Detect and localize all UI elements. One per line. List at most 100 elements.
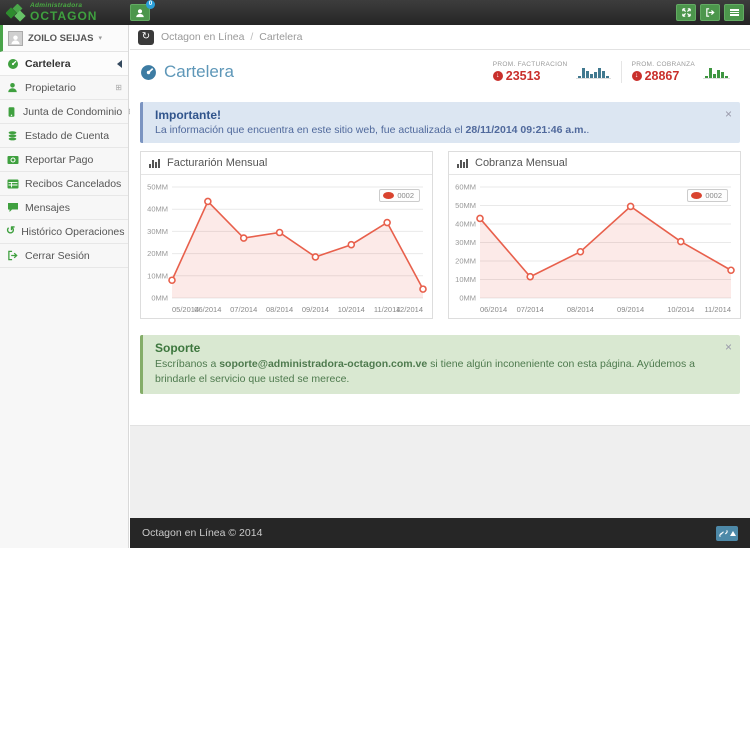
money-icon (6, 155, 19, 165)
close-icon[interactable]: × (725, 340, 732, 354)
svg-text:06/2014: 06/2014 (480, 305, 507, 314)
active-marker-icon (117, 60, 122, 68)
svg-text:07/2014: 07/2014 (230, 305, 257, 314)
caret-up-icon (730, 531, 736, 536)
svg-text:09/2014: 09/2014 (617, 305, 644, 314)
hamburger-icon (730, 8, 739, 17)
main-area: ↻ Octagon en Línea / Cartelera Cartelera (130, 25, 750, 548)
stat-label: PROM. FACTURACION (493, 61, 568, 68)
sidebar-item-mensajes[interactable]: Mensajes (0, 196, 128, 220)
svg-text:0MM: 0MM (151, 294, 168, 303)
footer-spacer (130, 425, 750, 518)
svg-text:50MM: 50MM (147, 183, 168, 192)
receipt-table-icon (6, 179, 19, 189)
svg-text:10MM: 10MM (147, 271, 168, 280)
tablet-icon (6, 106, 17, 118)
panel-facturacion-mensual: Facturarión Mensual 0MM10MM20MM30MM40MM5… (140, 151, 433, 319)
sidebar-item-cerrar-sesion[interactable]: Cerrar Sesión (0, 244, 128, 268)
arrow-circle-down-icon: ↓ (632, 71, 642, 81)
svg-text:10/2014: 10/2014 (667, 305, 694, 314)
stat-prom-facturacion: PROM. FACTURACION ↓ 23513 (483, 61, 621, 83)
header-stats: PROM. FACTURACION ↓ 23513 PROM. COBRANZA (483, 61, 740, 83)
menu-toggle-button[interactable] (724, 4, 744, 21)
svg-text:10MM: 10MM (455, 275, 476, 284)
svg-text:30MM: 30MM (147, 227, 168, 236)
sidebar-item-reportar-pago[interactable]: Reportar Pago (0, 148, 128, 172)
sidebar-item-label: Propietario (25, 82, 76, 94)
notification-badge: 0 (146, 0, 155, 9)
arrow-circle-down-icon: ↓ (493, 71, 503, 81)
sidebar-item-label: Mensajes (25, 202, 70, 214)
breadcrumb-separator: / (250, 31, 253, 43)
content: Cartelera PROM. FACTURACION ↓ 23513 (130, 50, 750, 425)
support-email: soporte@administradora-octagon.com.ve (219, 358, 427, 370)
svg-text:20MM: 20MM (147, 249, 168, 258)
refresh-button[interactable]: ↻ (138, 30, 154, 45)
sidebar-item-recibos-cancelados[interactable]: Recibos Cancelados (0, 172, 128, 196)
svg-text:10/2014: 10/2014 (338, 305, 365, 314)
svg-text:07/2014: 07/2014 (517, 305, 544, 314)
legend-label: 0002 (705, 191, 722, 200)
chat-icon (6, 202, 19, 213)
sidebar-item-label: Recibos Cancelados (25, 178, 121, 190)
expand-icon (681, 7, 692, 18)
sidebar-item-junta-de-condominio[interactable]: Junta de Condominio ⊞ (0, 100, 128, 124)
avatar (8, 31, 23, 46)
person-icon (10, 34, 21, 45)
brand-line2: OCTAGON (30, 10, 97, 22)
sidebar-item-label: Cartelera (25, 58, 71, 70)
chart-legend: 0002 (687, 189, 728, 202)
legend-marker-icon (383, 192, 394, 199)
svg-text:12/2014: 12/2014 (396, 305, 423, 314)
cubes-logo-icon (6, 4, 26, 22)
svg-text:08/2014: 08/2014 (567, 305, 594, 314)
topbar: Administradora OCTAGON 0 (0, 0, 750, 25)
brand-logo: Administradora OCTAGON (6, 3, 126, 22)
sidebar-item-estado-de-cuenta[interactable]: Estado de Cuenta (0, 124, 128, 148)
chart-legend: 0002 (379, 189, 420, 202)
svg-text:40MM: 40MM (147, 205, 168, 214)
sidebar: ZOILO SEIJAS ▾ Cartelera Propietario ⊞ J… (0, 25, 129, 548)
sidebar-item-label: Histórico Operaciones (21, 226, 124, 238)
logout-quick-button[interactable] (700, 4, 720, 21)
footer-widget-button[interactable] (716, 526, 738, 541)
stat-label: PROM. COBRANZA (632, 61, 695, 68)
logout-icon (6, 250, 19, 261)
sidebar-item-cartelera[interactable]: Cartelera (0, 52, 128, 76)
stat-prom-cobranza: PROM. COBRANZA ↓ 28867 (621, 61, 740, 83)
svg-text:20MM: 20MM (455, 257, 476, 266)
alert-importante: Importante! La información que encuentra… (140, 102, 740, 143)
fullscreen-button[interactable] (676, 4, 696, 21)
page-title-text: Cartelera (164, 62, 234, 82)
cobranza-sparkline (703, 66, 730, 79)
gauge-icon (140, 64, 157, 81)
gauge-icon (6, 58, 19, 70)
alert-date: 28/11/2014 09:21:46 a.m. (466, 124, 587, 136)
breadcrumb: ↻ Octagon en Línea / Cartelera (130, 25, 750, 50)
coins-icon (6, 130, 19, 142)
breadcrumb-root-link[interactable]: Octagon en Línea (161, 31, 244, 43)
svg-text:0MM: 0MM (459, 294, 476, 303)
sidebar-user-menu[interactable]: ZOILO SEIJAS ▾ (0, 25, 128, 52)
alert-text: La información que encuentra en este sit… (155, 124, 718, 136)
footer: Octagon en Línea © 2014 (130, 518, 750, 548)
breadcrumb-current: Cartelera (259, 31, 302, 43)
sidebar-item-propietario[interactable]: Propietario ⊞ (0, 76, 128, 100)
expand-icon: ⊞ (115, 83, 122, 92)
alert-soporte: Soporte Escríbanos a soporte@administrad… (140, 335, 740, 394)
svg-text:08/2014: 08/2014 (266, 305, 293, 314)
svg-text:06/2014: 06/2014 (194, 305, 221, 314)
stat-value: 23513 (506, 69, 541, 83)
sidebar-user-name: ZOILO SEIJAS (28, 33, 93, 44)
close-icon[interactable]: × (725, 107, 732, 121)
history-icon: ↺ (6, 226, 15, 237)
user-quick-button[interactable]: 0 (130, 4, 150, 21)
footer-copyright: Octagon en Línea © 2014 (142, 527, 262, 539)
legend-marker-icon (691, 192, 702, 199)
person-icon (6, 82, 19, 93)
panel-cobranza-mensual: Cobranza Mensual 0MM10MM20MM30MM40MM50MM… (448, 151, 741, 319)
sidebar-item-historico-operaciones[interactable]: ↺ Histórico Operaciones (0, 220, 128, 244)
svg-text:09/2014: 09/2014 (302, 305, 329, 314)
charts-row: Facturarión Mensual 0MM10MM20MM30MM40MM5… (140, 151, 740, 319)
panel-title: Cobranza Mensual (475, 157, 567, 169)
